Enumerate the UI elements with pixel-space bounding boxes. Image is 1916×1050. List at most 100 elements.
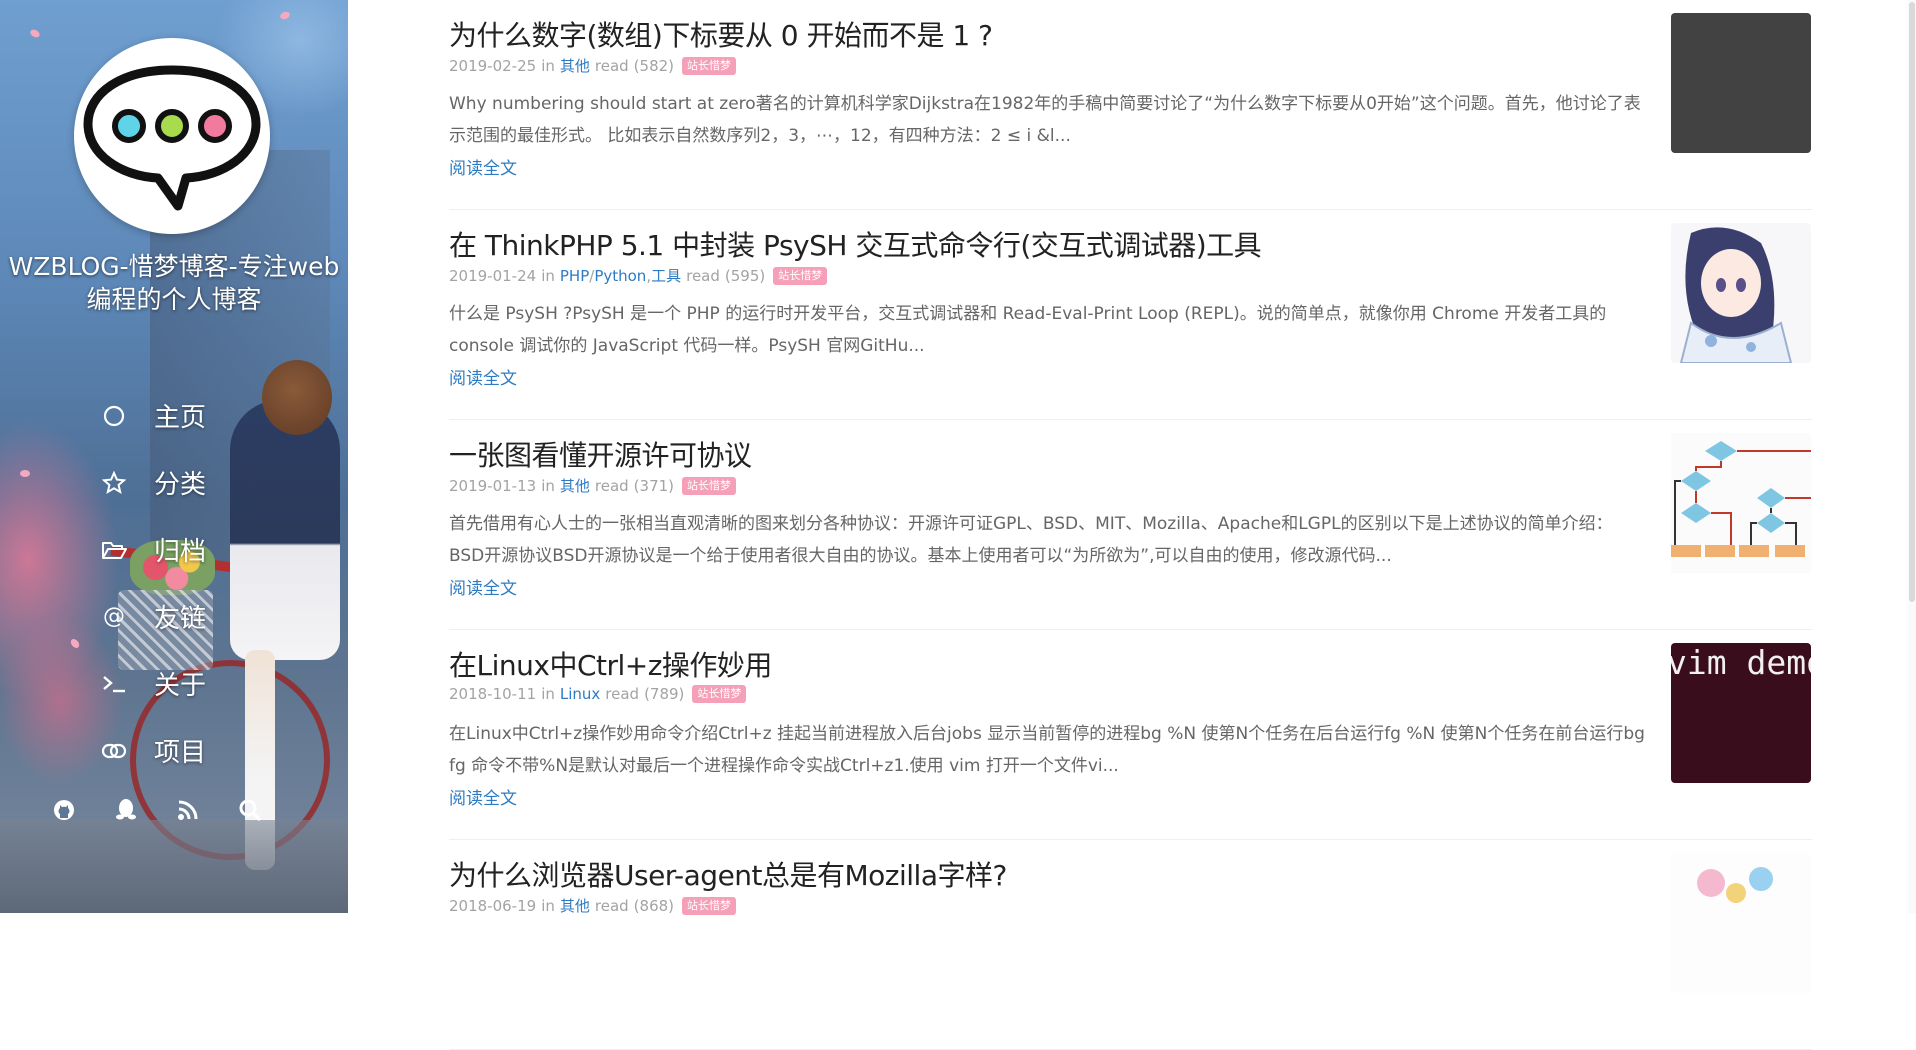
- nav-label: 项目: [154, 738, 207, 768]
- background-ground: [0, 820, 348, 913]
- read-count: (595): [724, 266, 766, 285]
- category-link[interactable]: 其他: [560, 475, 590, 496]
- meta-in: in: [541, 896, 555, 915]
- post-date: 2018-10-11: [449, 685, 537, 703]
- nav-label: 归档: [154, 537, 207, 567]
- post-item: 一张图看懂开源许可协议 2019-01-13 in 其他 read (371) …: [449, 420, 1812, 630]
- post-thumbnail[interactable]: [1671, 433, 1811, 573]
- main-nav: 主页 分类 归档 @ 友链 关于 项目: [100, 382, 206, 784]
- post-title[interactable]: 在Linux中Ctrl+z操作妙用: [449, 644, 772, 684]
- read-count: (789): [644, 685, 685, 703]
- post-title[interactable]: 为什么数字(数组)下标要从 0 开始而不是 1 ?: [449, 14, 993, 54]
- category-link[interactable]: 其他: [560, 55, 590, 76]
- meta-in: in: [541, 685, 555, 703]
- post-thumbnail[interactable]: [1671, 853, 1811, 993]
- meta-in: in: [541, 266, 555, 285]
- meta-in: in: [541, 476, 555, 495]
- terminal-icon: [100, 670, 128, 698]
- terminal-screenshot-text: vim demo: [1671, 643, 1811, 682]
- background-girl-hair: [262, 360, 332, 435]
- meta-read: read: [594, 476, 629, 495]
- star-icon: [100, 469, 128, 497]
- link-icon: [100, 737, 128, 765]
- post-excerpt: 在Linux中Ctrl+z操作妙用命令介绍Ctrl+z 挂起当前进程放入后台jo…: [449, 724, 1645, 776]
- post-item: 为什么数字(数组)下标要从 0 开始而不是 1 ? 2019-02-25 in …: [449, 0, 1812, 210]
- post-meta: 2019-02-25 in 其他 read (582) 站长惜梦: [449, 55, 737, 76]
- author-badge: 站长惜梦: [692, 685, 747, 703]
- nav-item-links[interactable]: @ 友链: [100, 583, 206, 650]
- site-avatar[interactable]: [74, 38, 270, 234]
- petal-decoration: [20, 470, 30, 477]
- page-scrollbar[interactable]: [1908, 0, 1916, 913]
- at-icon: @: [103, 604, 125, 629]
- post-item: 为什么浏览器User-agent总是有Mozilla字样? 2018-06-19…: [449, 840, 1812, 1050]
- post-date: 2019-01-24: [449, 266, 537, 285]
- nav-item-category[interactable]: 分类: [100, 449, 206, 516]
- post-meta: 2019-01-24 in PHP / Python, 工具 read (595) 站…: [449, 265, 828, 286]
- nav-label: 分类: [154, 470, 207, 500]
- post-date: 2019-02-25: [449, 56, 537, 75]
- category-link[interactable]: Python: [594, 267, 646, 285]
- background-girl-leg: [245, 650, 275, 870]
- anime-girl-illustration: [1679, 227, 1793, 363]
- post-excerpt: Why numbering should start at zero著名的计算机…: [449, 94, 1641, 146]
- read-count: (582): [633, 56, 675, 75]
- read-more-link[interactable]: 阅读全文: [449, 574, 517, 599]
- nav-item-about[interactable]: 关于: [100, 650, 206, 717]
- read-more-link[interactable]: 阅读全文: [449, 784, 517, 809]
- site-title[interactable]: WZBLOG-惜梦博客-专注web编程的个人博客: [0, 250, 348, 316]
- author-badge: 站长惜梦: [773, 266, 828, 285]
- meta-read: read: [686, 266, 720, 285]
- nav-label: 关于: [154, 671, 207, 701]
- post-item: 在Linux中Ctrl+z操作妙用 2018-10-11 in Linux re…: [449, 630, 1812, 840]
- post-date: 2019-01-13: [449, 476, 537, 495]
- scrollbar-thumb[interactable]: [1909, 2, 1915, 602]
- petal-decoration: [28, 27, 42, 40]
- post-title[interactable]: 为什么浏览器User-agent总是有Mozilla字样?: [449, 854, 1007, 894]
- read-more-link[interactable]: 阅读全文: [449, 154, 517, 179]
- post-title[interactable]: 一张图看懂开源许可协议: [449, 434, 752, 474]
- qq-icon[interactable]: [112, 796, 140, 824]
- search-icon[interactable]: [236, 796, 264, 824]
- post-meta: 2019-01-13 in 其他 read (371) 站长惜梦: [449, 475, 737, 496]
- license-flowchart-illustration: [1671, 441, 1811, 557]
- category-link[interactable]: PHP: [560, 267, 589, 285]
- read-more-link[interactable]: 阅读全文: [449, 364, 517, 389]
- author-badge: 站长惜梦: [682, 56, 737, 75]
- post-meta: 2018-10-11 in Linux read (789) 站长惜梦: [449, 685, 747, 703]
- anime-illustration: [1697, 867, 1773, 903]
- speech-bubble-logo-icon: [83, 65, 261, 211]
- read-count: (371): [633, 476, 675, 495]
- meta-read: read: [594, 896, 629, 915]
- petal-decoration: [69, 637, 81, 650]
- post-thumbnail[interactable]: [1671, 13, 1811, 153]
- social-links: [50, 796, 298, 824]
- nav-item-projects[interactable]: 项目: [100, 717, 206, 784]
- petal-decoration: [279, 10, 291, 21]
- read-count: (868): [633, 896, 675, 915]
- background-girl-figure: [230, 400, 340, 660]
- nav-item-home[interactable]: 主页: [100, 382, 206, 449]
- author-badge: 站长惜梦: [682, 896, 737, 915]
- category-link[interactable]: Linux: [560, 685, 600, 703]
- post-date: 2018-06-19: [449, 896, 537, 915]
- nav-item-archive[interactable]: 归档: [100, 516, 206, 583]
- post-list: 为什么数字(数组)下标要从 0 开始而不是 1 ? 2019-02-25 in …: [449, 0, 1812, 1050]
- post-thumbnail[interactable]: [1671, 223, 1811, 363]
- circle-icon: [100, 402, 128, 430]
- nav-label: 主页: [154, 403, 207, 433]
- github-icon[interactable]: [50, 796, 78, 824]
- post-excerpt: 什么是 PsySH ?PsySH 是一个 PHP 的运行时开发平台，交互式调试器…: [449, 304, 1607, 356]
- post-excerpt: 首先借用有心人士的一张相当直观清晰的图来划分各种协议：开源许可证GPL、BSD、…: [449, 514, 1613, 566]
- category-link[interactable]: 工具: [651, 265, 681, 286]
- folder-open-icon: [100, 536, 128, 564]
- author-badge: 站长惜梦: [682, 476, 737, 495]
- nav-label: 友链: [154, 604, 207, 634]
- meta-read: read: [594, 56, 629, 75]
- meta-read: read: [605, 685, 640, 703]
- post-title[interactable]: 在 ThinkPHP 5.1 中封装 PsySH 交互式命令行(交互式调试器)工…: [449, 224, 1262, 264]
- rss-icon[interactable]: [174, 796, 202, 824]
- meta-in: in: [541, 56, 555, 75]
- post-thumbnail[interactable]: vim demo: [1671, 643, 1811, 783]
- sidebar: WZBLOG-惜梦博客-专注web编程的个人博客 主页 分类 归档 @ 友链 关…: [0, 0, 348, 913]
